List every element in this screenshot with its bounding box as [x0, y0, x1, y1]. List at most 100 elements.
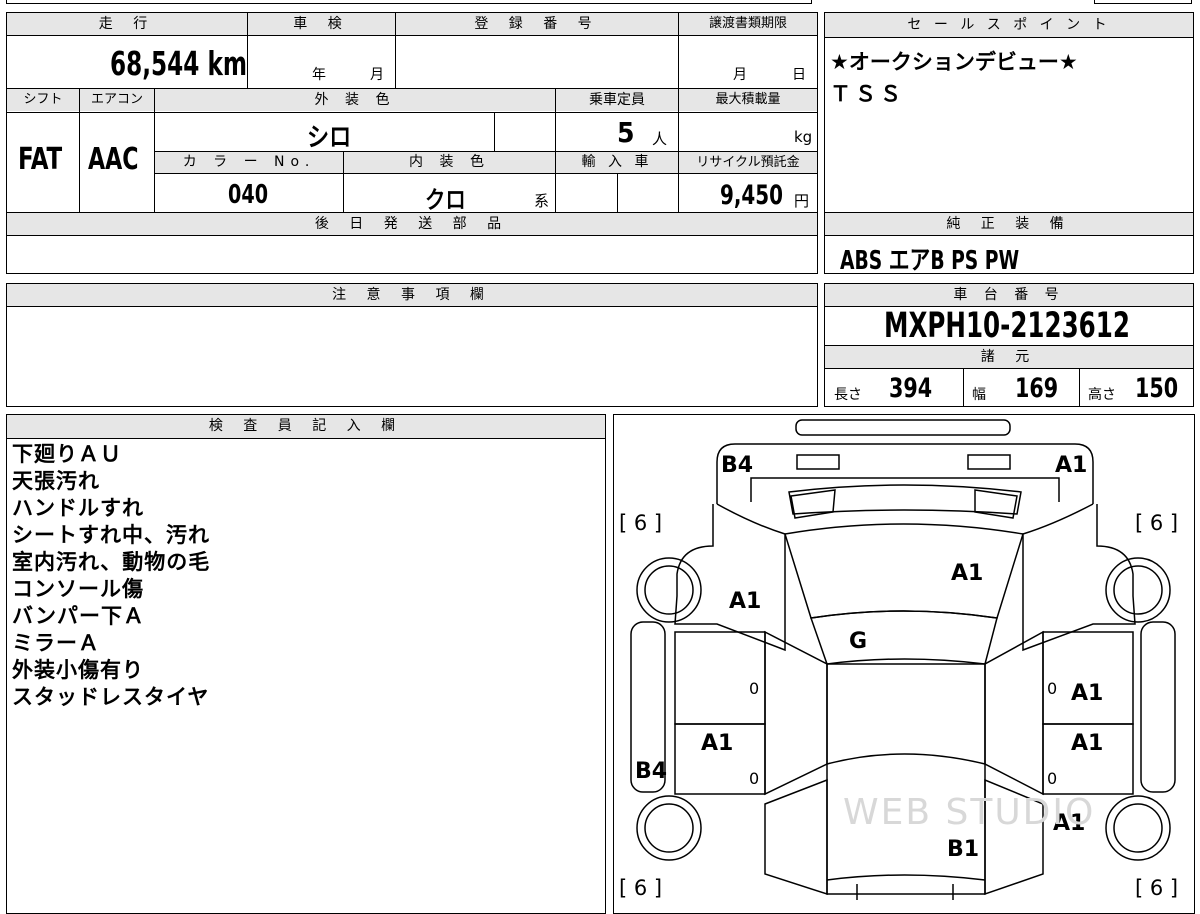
deadline-month-label: 月	[733, 67, 747, 83]
mileage-unit: km	[207, 44, 247, 83]
grille-shape	[750, 477, 1060, 502]
mileage-label: 走 行	[7, 13, 247, 35]
length-label: 長さ	[834, 387, 862, 403]
inspector-note: バンパー下Ａ	[12, 604, 146, 628]
top-edge-strip-right	[1094, 0, 1192, 4]
sales-point-line-2: ＴＳＳ	[830, 82, 905, 106]
aircon-value: AAC	[88, 142, 139, 177]
tire-mark-front-right: [ 6 ]	[1135, 511, 1178, 535]
inspector-note: コンソール傷	[12, 577, 144, 601]
zero-mark: 0	[749, 679, 759, 698]
height-label: 高さ	[1088, 387, 1116, 403]
car-diagram: [ 6 ] [ 6 ] [ 6 ] [ 6 ] B4 A1 A1 A1 G A1…	[619, 419, 1178, 900]
exterior-color-value: シロ	[307, 123, 352, 153]
code-hood: A1	[951, 561, 983, 586]
inspector-note: 室内汚れ、動物の毛	[12, 550, 211, 574]
left-front-door-shape	[674, 631, 766, 725]
code-rear: B1	[947, 837, 979, 862]
front-body-shape	[716, 443, 1094, 504]
code-windshield: G	[849, 629, 867, 654]
transfer-deadline-label: 譲渡書類期限	[679, 13, 817, 35]
left-door-window	[764, 630, 828, 796]
width-value: 169	[1015, 373, 1059, 404]
recycle-label: リサイクル預託金	[679, 152, 817, 173]
chassis-number: MXPH10-2123612	[884, 306, 1130, 346]
inspector-note: スタッドレスタイヤ	[12, 685, 210, 709]
inspector-note: ハンドルすれ	[12, 496, 144, 520]
equipment-items: ABS エアB PS PW	[840, 246, 1020, 276]
mileage-value: 68,544 km	[110, 44, 247, 83]
chassis-label: 車 台 番 号	[825, 284, 1193, 307]
capacity-unit: 人	[652, 130, 668, 148]
inspection-label: 車 検	[248, 13, 395, 35]
roof-curve-shape	[826, 753, 986, 765]
sales-point-line-1: ★オークションデビュー★	[830, 50, 1078, 74]
max-load-label: 最大積載量	[679, 89, 817, 111]
zero-mark: 0	[1047, 769, 1057, 788]
inspector-note: 外装小傷有り	[12, 658, 144, 682]
tire-mark-rear-right: [ 6 ]	[1135, 876, 1178, 900]
zero-mark: 0	[1047, 679, 1057, 698]
equipment-label: 純 正 装 備	[825, 213, 1193, 235]
capacity-value: 5	[617, 116, 635, 149]
spec-label: 諸 元	[825, 346, 1193, 369]
color-no-value: 040	[228, 180, 269, 210]
hood-shape	[784, 523, 1024, 619]
left-fender-shape	[674, 503, 786, 652]
mileage-number: 68,544	[110, 44, 200, 83]
shift-value: FAT	[18, 142, 63, 177]
aircon-label: エアコン	[80, 89, 154, 111]
inspector-note: 下廻りＡＵ	[12, 442, 122, 466]
right-headlight-shape	[967, 454, 1011, 470]
inspector-note: ミラーＡ	[12, 631, 100, 655]
tire-mark-front-left: [ 6 ]	[619, 511, 662, 535]
front-left-wheel-shape	[636, 557, 702, 623]
interior-suffix: 系	[534, 192, 550, 210]
registration-label: 登 録 番 号	[396, 13, 678, 35]
inspector-note: 天張汚れ	[12, 469, 100, 493]
right-door-window	[984, 630, 1044, 796]
code-right-rear-door: A1	[1071, 731, 1103, 756]
exterior-color-label: 外 装 色	[155, 89, 555, 111]
rear-left-wheel-shape	[636, 795, 702, 861]
watermark: WEB STUDIO	[843, 792, 1095, 833]
front-bumper-shape	[795, 419, 1011, 436]
recycle-unit: 円	[794, 192, 810, 210]
height-value: 150	[1135, 373, 1179, 404]
left-headlight-shape	[796, 454, 840, 470]
right-front-door-shape	[1042, 631, 1134, 725]
sales-point-label: セ ー ル ス ポ イ ン ト	[825, 13, 1193, 38]
width-label: 幅	[972, 387, 986, 403]
zero-mark: 0	[749, 769, 759, 788]
caution-label: 注 意 事 項 欄	[7, 284, 817, 307]
top-edge-strip	[6, 0, 812, 4]
inspection-month-label: 月	[370, 67, 384, 83]
rear-left-wheel-inner	[644, 803, 694, 853]
front-left-wheel-inner	[644, 565, 694, 615]
tire-mark-rear-left: [ 6 ]	[619, 876, 662, 900]
inspector-label: 検 査 員 記 入 欄	[7, 415, 605, 439]
rear-right-wheel-inner	[1113, 803, 1163, 853]
deadline-day-label: 日	[792, 67, 806, 83]
code-front-right: A1	[1055, 453, 1087, 478]
inspection-year-label: 年	[312, 67, 326, 83]
inspector-notes-list: 下廻りＡＵ 天張汚れ ハンドルすれ シートすれ中、汚れ 室内汚れ、動物の毛 コン…	[12, 441, 210, 711]
code-right-front-door: A1	[1071, 681, 1103, 706]
capacity-label: 乗車定員	[556, 89, 678, 111]
right-rocker-shape	[1140, 621, 1176, 793]
import-label: 輸 入 車	[556, 152, 678, 173]
code-left-fender: A1	[729, 589, 761, 614]
interior-color-label: 内 装 色	[344, 152, 555, 173]
shift-label: シフト	[7, 89, 79, 111]
inspector-note: シートすれ中、汚れ	[12, 523, 210, 547]
rear-window-shape	[826, 874, 986, 881]
grille-inner-shape	[788, 484, 1022, 515]
color-no-label: カ ラ ー No.	[155, 152, 343, 173]
recycle-fee-value: 9,450	[720, 180, 784, 211]
max-load-unit: kg	[794, 128, 813, 146]
length-value: 394	[889, 373, 933, 404]
left-quarter-shape	[764, 778, 828, 896]
later-parts-label: 後 日 発 送 部 品	[7, 213, 817, 235]
code-front-left: B4	[721, 453, 753, 478]
code-left-rear-door: A1	[701, 731, 733, 756]
